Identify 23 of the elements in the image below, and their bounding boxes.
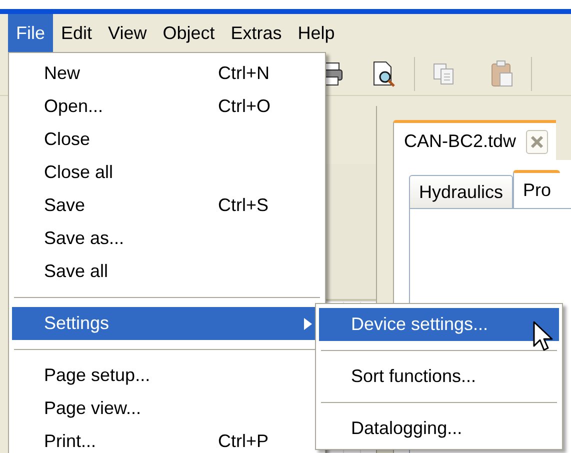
menu-item[interactable]: Datalogging... xyxy=(319,412,559,445)
menu-bar-item[interactable]: Help xyxy=(290,14,343,52)
menu-item[interactable]: Save as... xyxy=(12,222,322,255)
menu-item[interactable]: New Ctrl+N xyxy=(12,57,322,90)
menu-item[interactable]: Open... Ctrl+O xyxy=(12,90,322,123)
menu-item[interactable]: Save all xyxy=(12,255,322,288)
menu-bar-item[interactable]: File xyxy=(8,14,54,52)
document-tab[interactable]: CAN-BC2.tdw xyxy=(393,120,556,160)
menu-item[interactable]: Device settings... xyxy=(319,308,559,341)
menu-bar-item[interactable]: View xyxy=(100,14,155,52)
paste-icon[interactable] xyxy=(489,60,515,88)
document-tab-title: CAN-BC2.tdw xyxy=(404,131,516,152)
menu-item[interactable]: Save Ctrl+S xyxy=(12,189,322,222)
sheet-tab[interactable]: Pro xyxy=(513,170,560,208)
menu-item[interactable]: Close xyxy=(12,123,322,156)
menu-item[interactable]: Sort functions... xyxy=(319,360,559,393)
menu-item[interactable]: Close all xyxy=(12,156,322,189)
close-icon[interactable] xyxy=(526,130,548,154)
sheet-tab[interactable]: Hydraulics xyxy=(409,175,514,208)
menu-bar-item[interactable]: Extras xyxy=(222,14,290,52)
menu-bar-item[interactable]: Edit xyxy=(53,14,100,52)
submenu-arrow-icon xyxy=(304,318,312,330)
menu-bar-item[interactable]: Object xyxy=(154,14,223,52)
